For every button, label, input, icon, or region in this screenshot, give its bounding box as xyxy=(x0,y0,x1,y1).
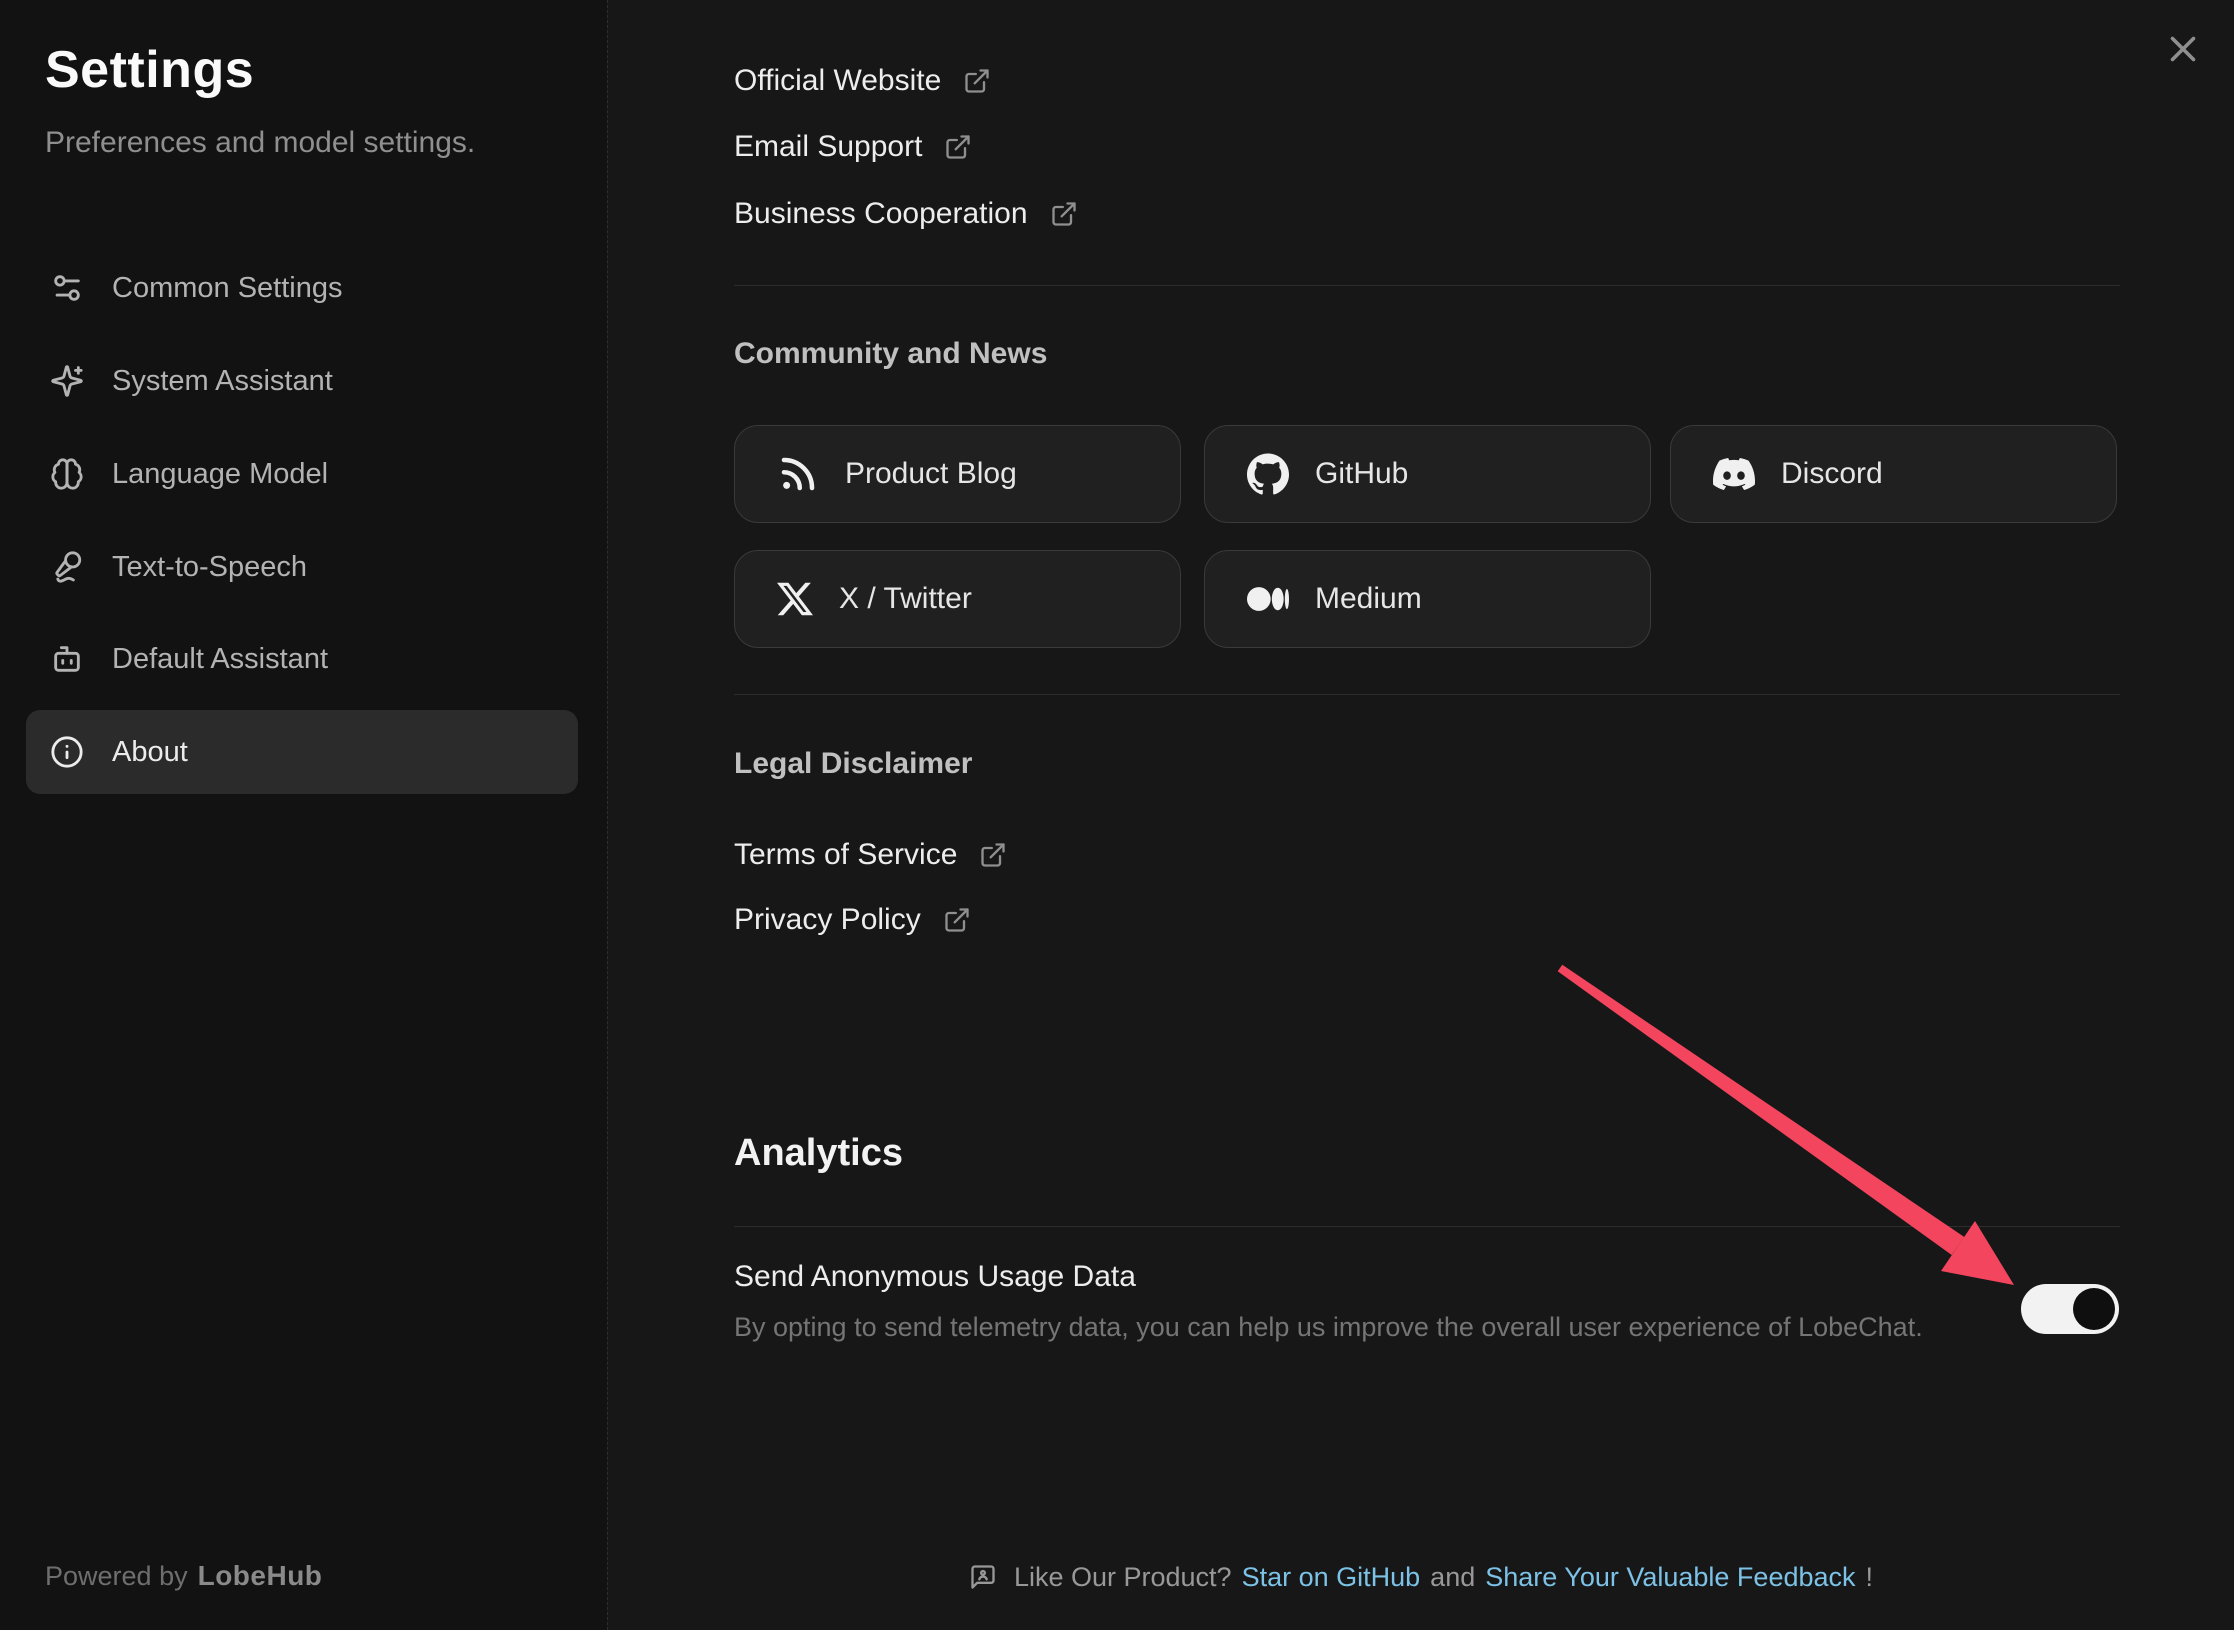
medium-icon xyxy=(1247,578,1289,620)
sidebar-item-language-model[interactable]: Language Model xyxy=(26,432,578,516)
link-label: Business Cooperation xyxy=(734,197,1028,231)
github-button[interactable]: GitHub xyxy=(1204,425,1651,523)
medium-button[interactable]: Medium xyxy=(1204,550,1651,648)
product-blog-button[interactable]: Product Blog xyxy=(734,425,1181,523)
sidebar-item-label: Text-to-Speech xyxy=(112,551,307,584)
footer-suffix: ! xyxy=(1866,1562,1874,1592)
brain-icon xyxy=(50,457,84,491)
footer-prefix: Like Our Product? xyxy=(1014,1562,1232,1592)
toggle-knob xyxy=(2073,1288,2115,1330)
github-icon xyxy=(1247,453,1289,495)
button-label: Product Blog xyxy=(845,457,1017,491)
x-twitter-button[interactable]: X / Twitter xyxy=(734,550,1181,648)
settings-sidebar: Settings Preferences and model settings.… xyxy=(0,0,607,1630)
microphone-icon xyxy=(50,550,84,584)
button-label: Discord xyxy=(1781,457,1883,491)
privacy-policy-link[interactable]: Privacy Policy xyxy=(734,900,971,940)
link-label: Privacy Policy xyxy=(734,903,921,937)
page-subtitle: Preferences and model settings. xyxy=(45,126,475,160)
email-support-link[interactable]: Email Support xyxy=(734,127,972,167)
close-icon[interactable] xyxy=(2158,24,2208,74)
sidebar-item-label: Common Settings xyxy=(112,272,343,305)
lobehub-brand: LobeHub xyxy=(198,1560,323,1591)
sliders-icon xyxy=(50,271,84,305)
discord-button[interactable]: Discord xyxy=(1670,425,2117,523)
link-label: Official Website xyxy=(734,64,941,98)
powered-by: Powered by LobeHub xyxy=(45,1560,322,1592)
sidebar-item-about[interactable]: About xyxy=(26,710,578,794)
telemetry-toggle[interactable] xyxy=(2021,1284,2119,1334)
link-label: Email Support xyxy=(734,130,922,164)
business-cooperation-link[interactable]: Business Cooperation xyxy=(734,194,1078,234)
footer-conjunction: and xyxy=(1430,1562,1475,1592)
section-divider xyxy=(734,285,2120,286)
section-divider xyxy=(734,694,2120,695)
rss-icon xyxy=(777,453,819,495)
share-feedback-link[interactable]: Share Your Valuable Feedback xyxy=(1485,1562,1855,1592)
discord-icon xyxy=(1713,453,1755,495)
analytics-section-title: Analytics xyxy=(734,1132,903,1175)
x-twitter-icon xyxy=(777,581,813,617)
external-link-icon xyxy=(979,841,1007,869)
sidebar-item-system-assistant[interactable]: System Assistant xyxy=(26,339,578,423)
info-icon xyxy=(50,735,84,769)
contact-us-section-title: Contact Us xyxy=(738,0,896,8)
sparkles-icon xyxy=(50,364,84,398)
page-title: Settings xyxy=(45,40,254,100)
button-label: Medium xyxy=(1315,582,1422,616)
terms-of-service-link[interactable]: Terms of Service xyxy=(734,835,1007,875)
external-link-icon xyxy=(963,67,991,95)
sidebar-item-label: About xyxy=(112,736,188,769)
legal-section-title: Legal Disclaimer xyxy=(734,747,972,781)
official-website-link[interactable]: Official Website xyxy=(734,61,991,101)
external-link-icon xyxy=(1050,200,1078,228)
community-section-title: Community and News xyxy=(734,337,1047,371)
sidebar-item-default-assistant[interactable]: Default Assistant xyxy=(26,617,578,701)
telemetry-setting-label: Send Anonymous Usage Data xyxy=(734,1260,1136,1294)
sidebar-item-label: Language Model xyxy=(112,458,328,491)
footer: Like Our Product? Star on GitHub and Share … xyxy=(608,1562,2234,1593)
about-settings-panel: Contact Us Official Website Email Suppor… xyxy=(607,0,2234,1630)
sidebar-item-label: Default Assistant xyxy=(112,643,328,676)
external-link-icon xyxy=(944,133,972,161)
star-on-github-link[interactable]: Star on GitHub xyxy=(1242,1562,1421,1592)
button-label: GitHub xyxy=(1315,457,1408,491)
powered-by-prefix: Powered by xyxy=(45,1561,188,1591)
sidebar-item-label: System Assistant xyxy=(112,365,333,398)
sidebar-item-text-to-speech[interactable]: Text-to-Speech xyxy=(26,525,578,609)
link-label: Terms of Service xyxy=(734,838,957,872)
settings-modal: Settings Preferences and model settings.… xyxy=(0,0,2234,1630)
robot-icon xyxy=(50,642,84,676)
external-link-icon xyxy=(943,906,971,934)
section-divider xyxy=(734,1226,2120,1227)
button-label: X / Twitter xyxy=(839,582,972,616)
sidebar-item-common-settings[interactable]: Common Settings xyxy=(26,246,578,330)
feedback-bubble-icon xyxy=(969,1563,997,1591)
telemetry-setting-description: By opting to send telemetry data, you ca… xyxy=(734,1312,1923,1343)
